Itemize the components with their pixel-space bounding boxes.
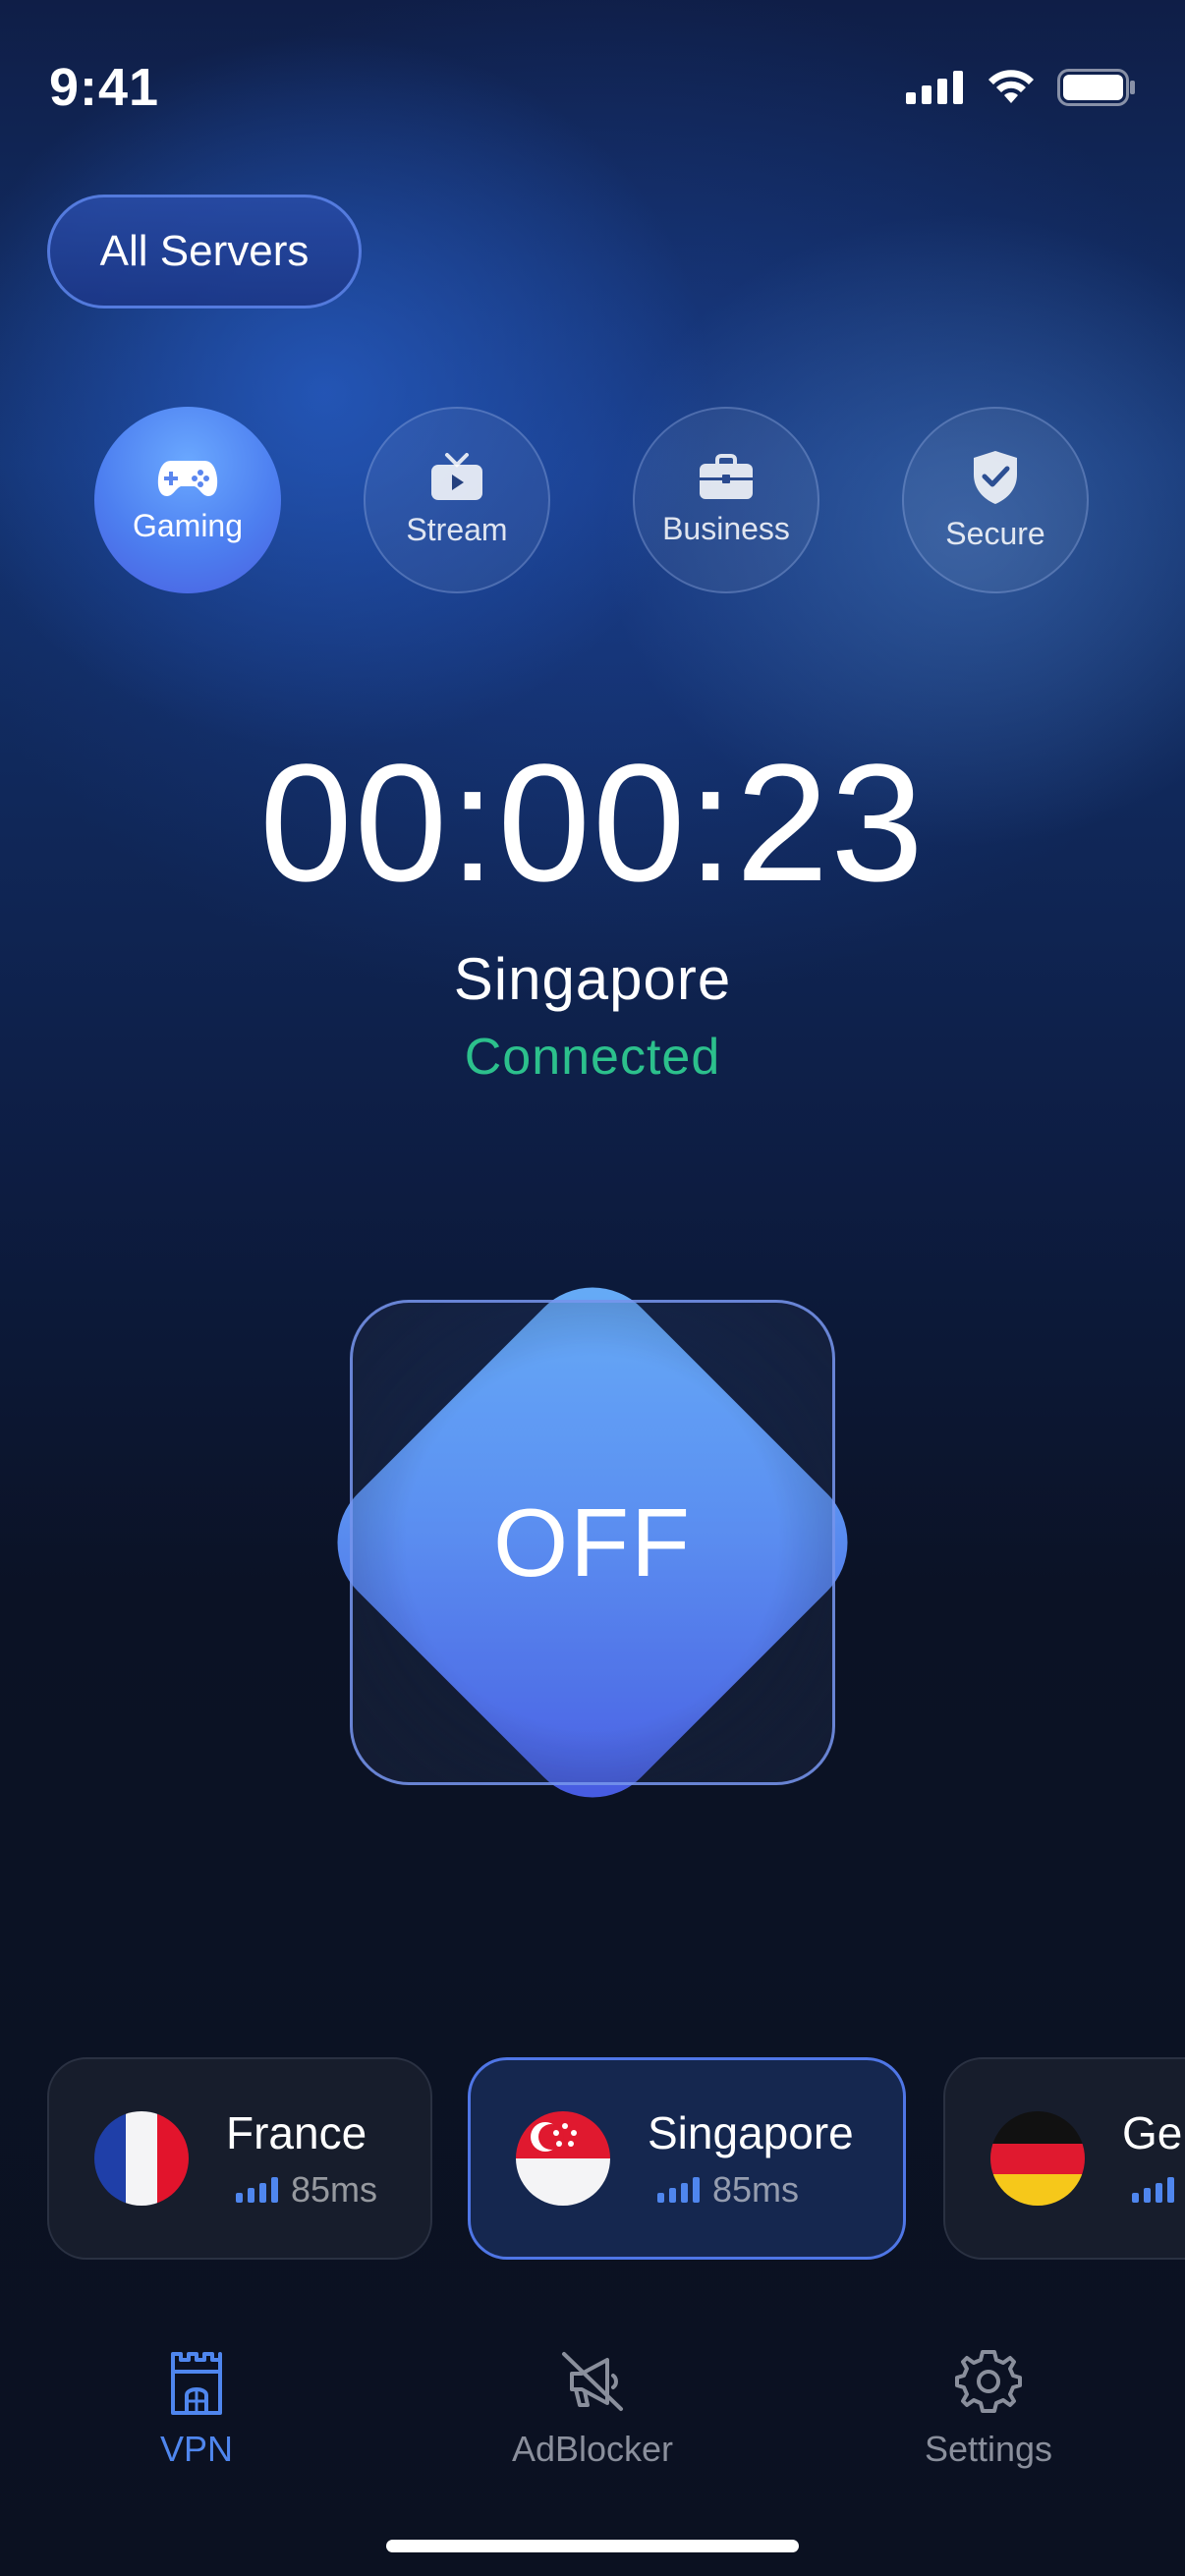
- status-time: 9:41: [49, 58, 160, 117]
- category-secure[interactable]: Secure: [902, 407, 1089, 593]
- category-label: Stream: [406, 511, 508, 547]
- signal-bars-icon: [657, 2177, 700, 2203]
- cellular-signal-icon: [906, 71, 963, 104]
- nav-label: AdBlocker: [511, 2429, 674, 2469]
- server-card-france[interactable]: France 85ms: [47, 2057, 432, 2260]
- category-stream[interactable]: Stream: [364, 407, 550, 593]
- signal-bars-icon: [236, 2177, 278, 2203]
- category-business[interactable]: Business: [633, 407, 819, 593]
- category-label: Business: [662, 510, 790, 546]
- nav-label: VPN: [159, 2429, 234, 2469]
- france-flag-icon: [94, 2111, 189, 2206]
- nav-adblocker[interactable]: AdBlocker: [445, 2348, 740, 2470]
- server-card-germany[interactable]: Germany 85ms: [943, 2057, 1185, 2260]
- gear-icon: [955, 2350, 1022, 2413]
- server-ping: 85ms: [291, 2169, 378, 2210]
- battery-icon: [1057, 69, 1135, 106]
- power-button-face: OFF: [350, 1300, 835, 1785]
- tv-icon: [431, 452, 482, 500]
- vpn-screen: 9:41 All Servers Gaming Stream Business …: [0, 0, 1185, 2576]
- briefcase-icon: [700, 453, 753, 499]
- status-icons: [906, 69, 1136, 106]
- home-indicator[interactable]: [386, 2540, 799, 2552]
- all-servers-button[interactable]: All Servers: [47, 195, 362, 308]
- server-card-singapore[interactable]: Singapore 85ms: [468, 2057, 906, 2260]
- server-ping: 85ms: [712, 2169, 800, 2210]
- server-country: Singapore: [648, 2107, 854, 2158]
- nav-label: Settings: [924, 2429, 1053, 2469]
- server-country: France: [226, 2107, 367, 2158]
- castle-icon: [171, 2352, 222, 2415]
- germany-flag-icon: [990, 2111, 1085, 2206]
- singapore-flag-icon: [516, 2111, 610, 2206]
- power-button[interactable]: OFF: [298, 1248, 887, 1837]
- shield-check-icon: [974, 450, 1017, 504]
- category-label: Secure: [945, 515, 1045, 551]
- megaphone-off-icon: [562, 2352, 623, 2411]
- server-card-clip: Germany 85ms: [943, 2057, 1185, 2260]
- gamepad-icon: [157, 460, 218, 496]
- nav-settings[interactable]: Settings: [841, 2348, 1136, 2470]
- category-label: Gaming: [132, 507, 244, 543]
- power-button-label: OFF: [493, 1487, 692, 1596]
- wifi-icon: [988, 70, 1034, 103]
- nav-vpn[interactable]: VPN: [49, 2348, 344, 2470]
- connected-location: Singapore: [453, 946, 732, 1012]
- signal-bars-icon: [1132, 2177, 1174, 2203]
- connection-timer: 00:00:23: [259, 730, 926, 917]
- category-gaming[interactable]: Gaming: [94, 407, 281, 593]
- server-country: Germany: [1122, 2107, 1185, 2158]
- connection-status: Connected: [464, 1029, 721, 1086]
